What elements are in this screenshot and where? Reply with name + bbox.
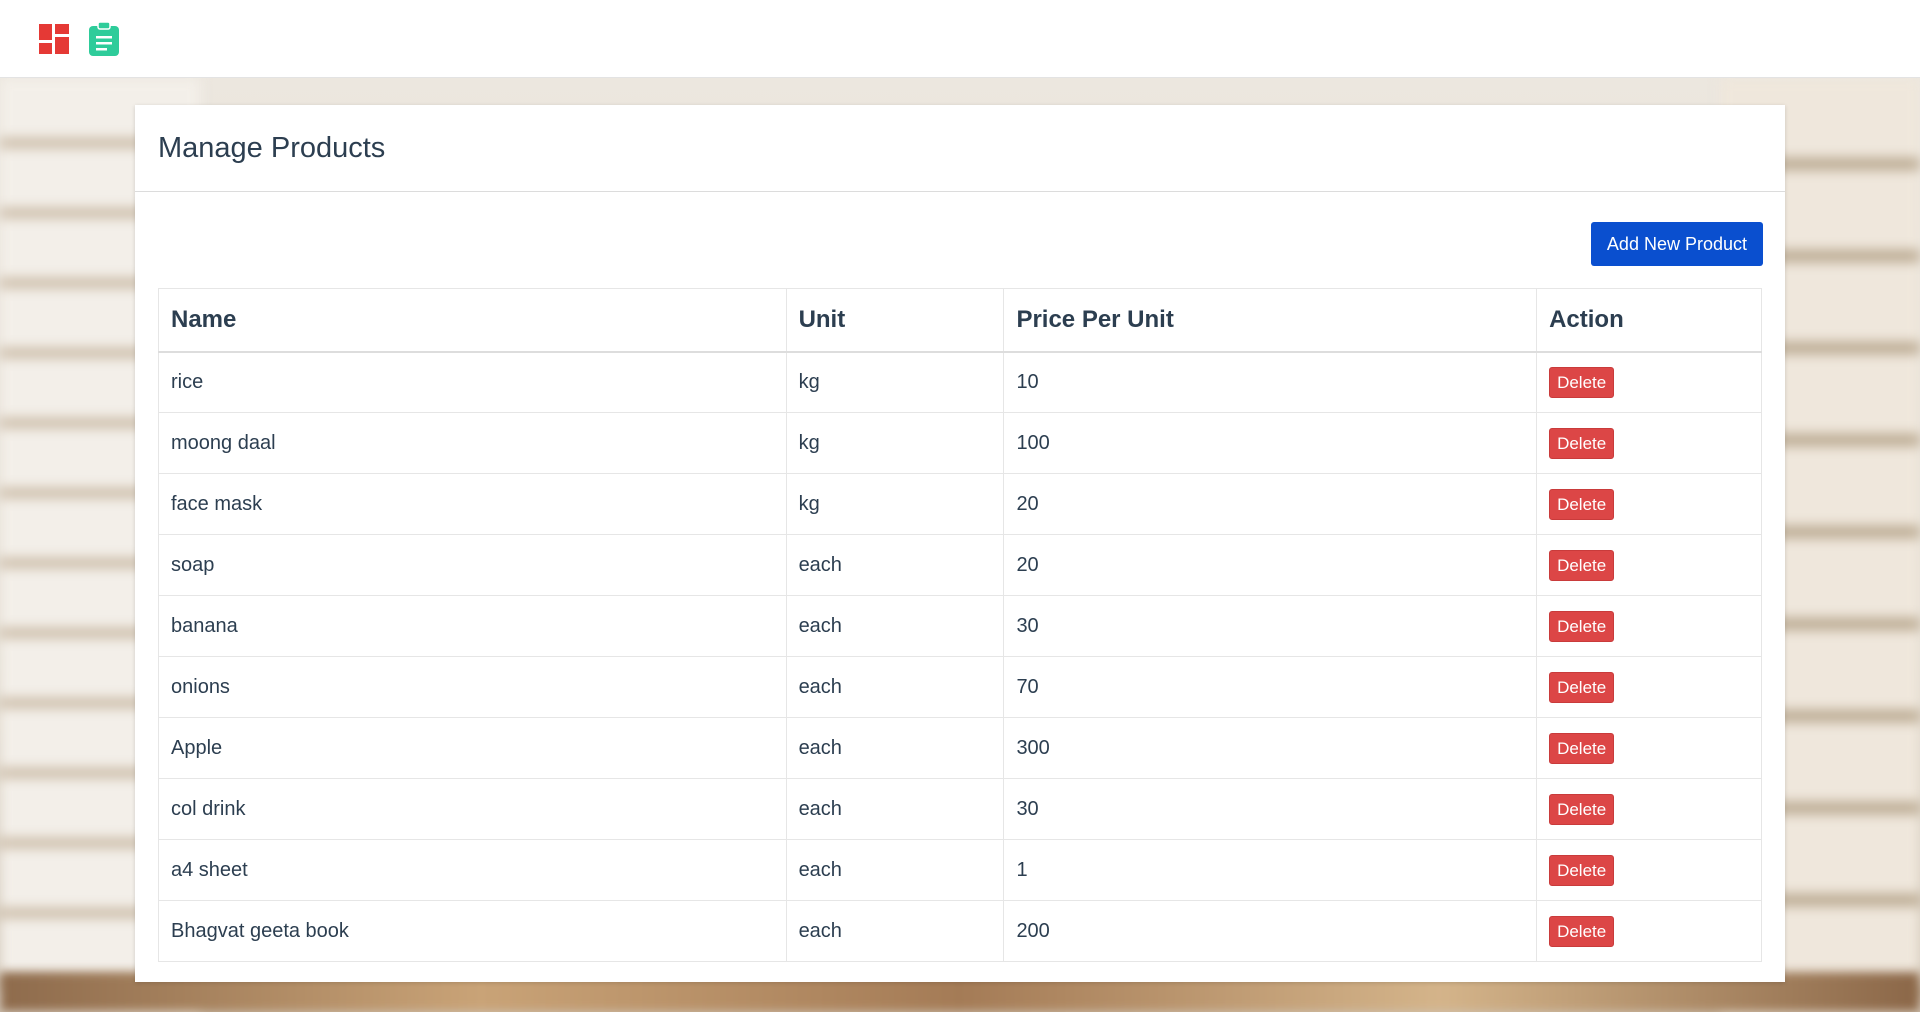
product-unit: kg xyxy=(785,473,1005,535)
product-price: 30 xyxy=(1003,595,1538,657)
product-unit: each xyxy=(785,839,1005,901)
product-unit: each xyxy=(785,717,1005,779)
table-row: soap each 20 Delete xyxy=(158,534,1762,596)
delete-button[interactable]: Delete xyxy=(1549,427,1615,459)
manage-products-card: Manage Products Add New Product Name Uni… xyxy=(135,105,1785,982)
column-header-unit: Unit xyxy=(785,288,1005,353)
navbar xyxy=(0,0,1920,78)
product-price: 1 xyxy=(1003,839,1538,901)
product-unit: each xyxy=(785,656,1005,718)
dashboard-icon[interactable] xyxy=(38,22,70,56)
action-cell: Delete xyxy=(1536,412,1762,474)
action-cell: Delete xyxy=(1536,717,1762,779)
product-name: rice xyxy=(158,351,787,413)
column-header-action: Action xyxy=(1536,288,1762,353)
action-cell: Delete xyxy=(1536,595,1762,657)
add-new-product-button[interactable]: Add New Product xyxy=(1590,222,1763,266)
product-name: face mask xyxy=(158,473,787,535)
product-price: 20 xyxy=(1003,534,1538,596)
table-row: Apple each 300 Delete xyxy=(158,717,1762,779)
product-price: 100 xyxy=(1003,412,1538,474)
delete-button[interactable]: Delete xyxy=(1549,671,1615,703)
action-cell: Delete xyxy=(1536,900,1762,962)
page-title: Manage Products xyxy=(158,131,386,164)
clipboard-icon[interactable] xyxy=(88,21,120,56)
product-name: moong daal xyxy=(158,412,787,474)
table-row: rice kg 10 Delete xyxy=(158,351,1762,413)
product-name: Apple xyxy=(158,717,787,779)
action-cell: Delete xyxy=(1536,839,1762,901)
product-name: banana xyxy=(158,595,787,657)
action-cell: Delete xyxy=(1536,656,1762,718)
product-price: 70 xyxy=(1003,656,1538,718)
product-unit: each xyxy=(785,778,1005,840)
action-cell: Delete xyxy=(1536,778,1762,840)
action-cell: Delete xyxy=(1536,534,1762,596)
delete-button[interactable]: Delete xyxy=(1549,732,1615,764)
product-price: 10 xyxy=(1003,351,1538,413)
product-name: col drink xyxy=(158,778,787,840)
delete-button[interactable]: Delete xyxy=(1549,793,1615,825)
delete-button[interactable]: Delete xyxy=(1549,549,1615,581)
delete-button[interactable]: Delete xyxy=(1549,915,1615,947)
products-table: Name Unit Price Per Unit Action rice kg … xyxy=(158,288,1762,962)
product-unit: each xyxy=(785,534,1005,596)
delete-button[interactable]: Delete xyxy=(1549,610,1615,642)
product-name: onions xyxy=(158,656,787,718)
table-row: banana each 30 Delete xyxy=(158,595,1762,657)
product-name: Bhagvat geeta book xyxy=(158,900,787,962)
delete-button[interactable]: Delete xyxy=(1549,488,1615,520)
delete-button[interactable]: Delete xyxy=(1549,854,1615,886)
product-name: a4 sheet xyxy=(158,839,787,901)
product-unit: each xyxy=(785,595,1005,657)
table-row: col drink each 30 Delete xyxy=(158,778,1762,840)
table-header-row: Name Unit Price Per Unit Action xyxy=(158,288,1762,353)
table-row: a4 sheet each 1 Delete xyxy=(158,839,1762,901)
delete-button[interactable]: Delete xyxy=(1549,366,1615,398)
card-header: Manage Products xyxy=(135,105,1785,192)
toolbar: Add New Product xyxy=(135,192,1785,292)
product-unit: each xyxy=(785,900,1005,962)
table-row: Bhagvat geeta book each 200 Delete xyxy=(158,900,1762,962)
product-price: 20 xyxy=(1003,473,1538,535)
product-price: 30 xyxy=(1003,778,1538,840)
product-unit: kg xyxy=(785,412,1005,474)
product-price: 200 xyxy=(1003,900,1538,962)
product-price: 300 xyxy=(1003,717,1538,779)
product-unit: kg xyxy=(785,351,1005,413)
column-header-name: Name xyxy=(158,288,787,353)
table-row: moong daal kg 100 Delete xyxy=(158,412,1762,474)
column-header-price: Price Per Unit xyxy=(1003,288,1538,353)
product-name: soap xyxy=(158,534,787,596)
action-cell: Delete xyxy=(1536,351,1762,413)
action-cell: Delete xyxy=(1536,473,1762,535)
table-row: onions each 70 Delete xyxy=(158,656,1762,718)
table-row: face mask kg 20 Delete xyxy=(158,473,1762,535)
